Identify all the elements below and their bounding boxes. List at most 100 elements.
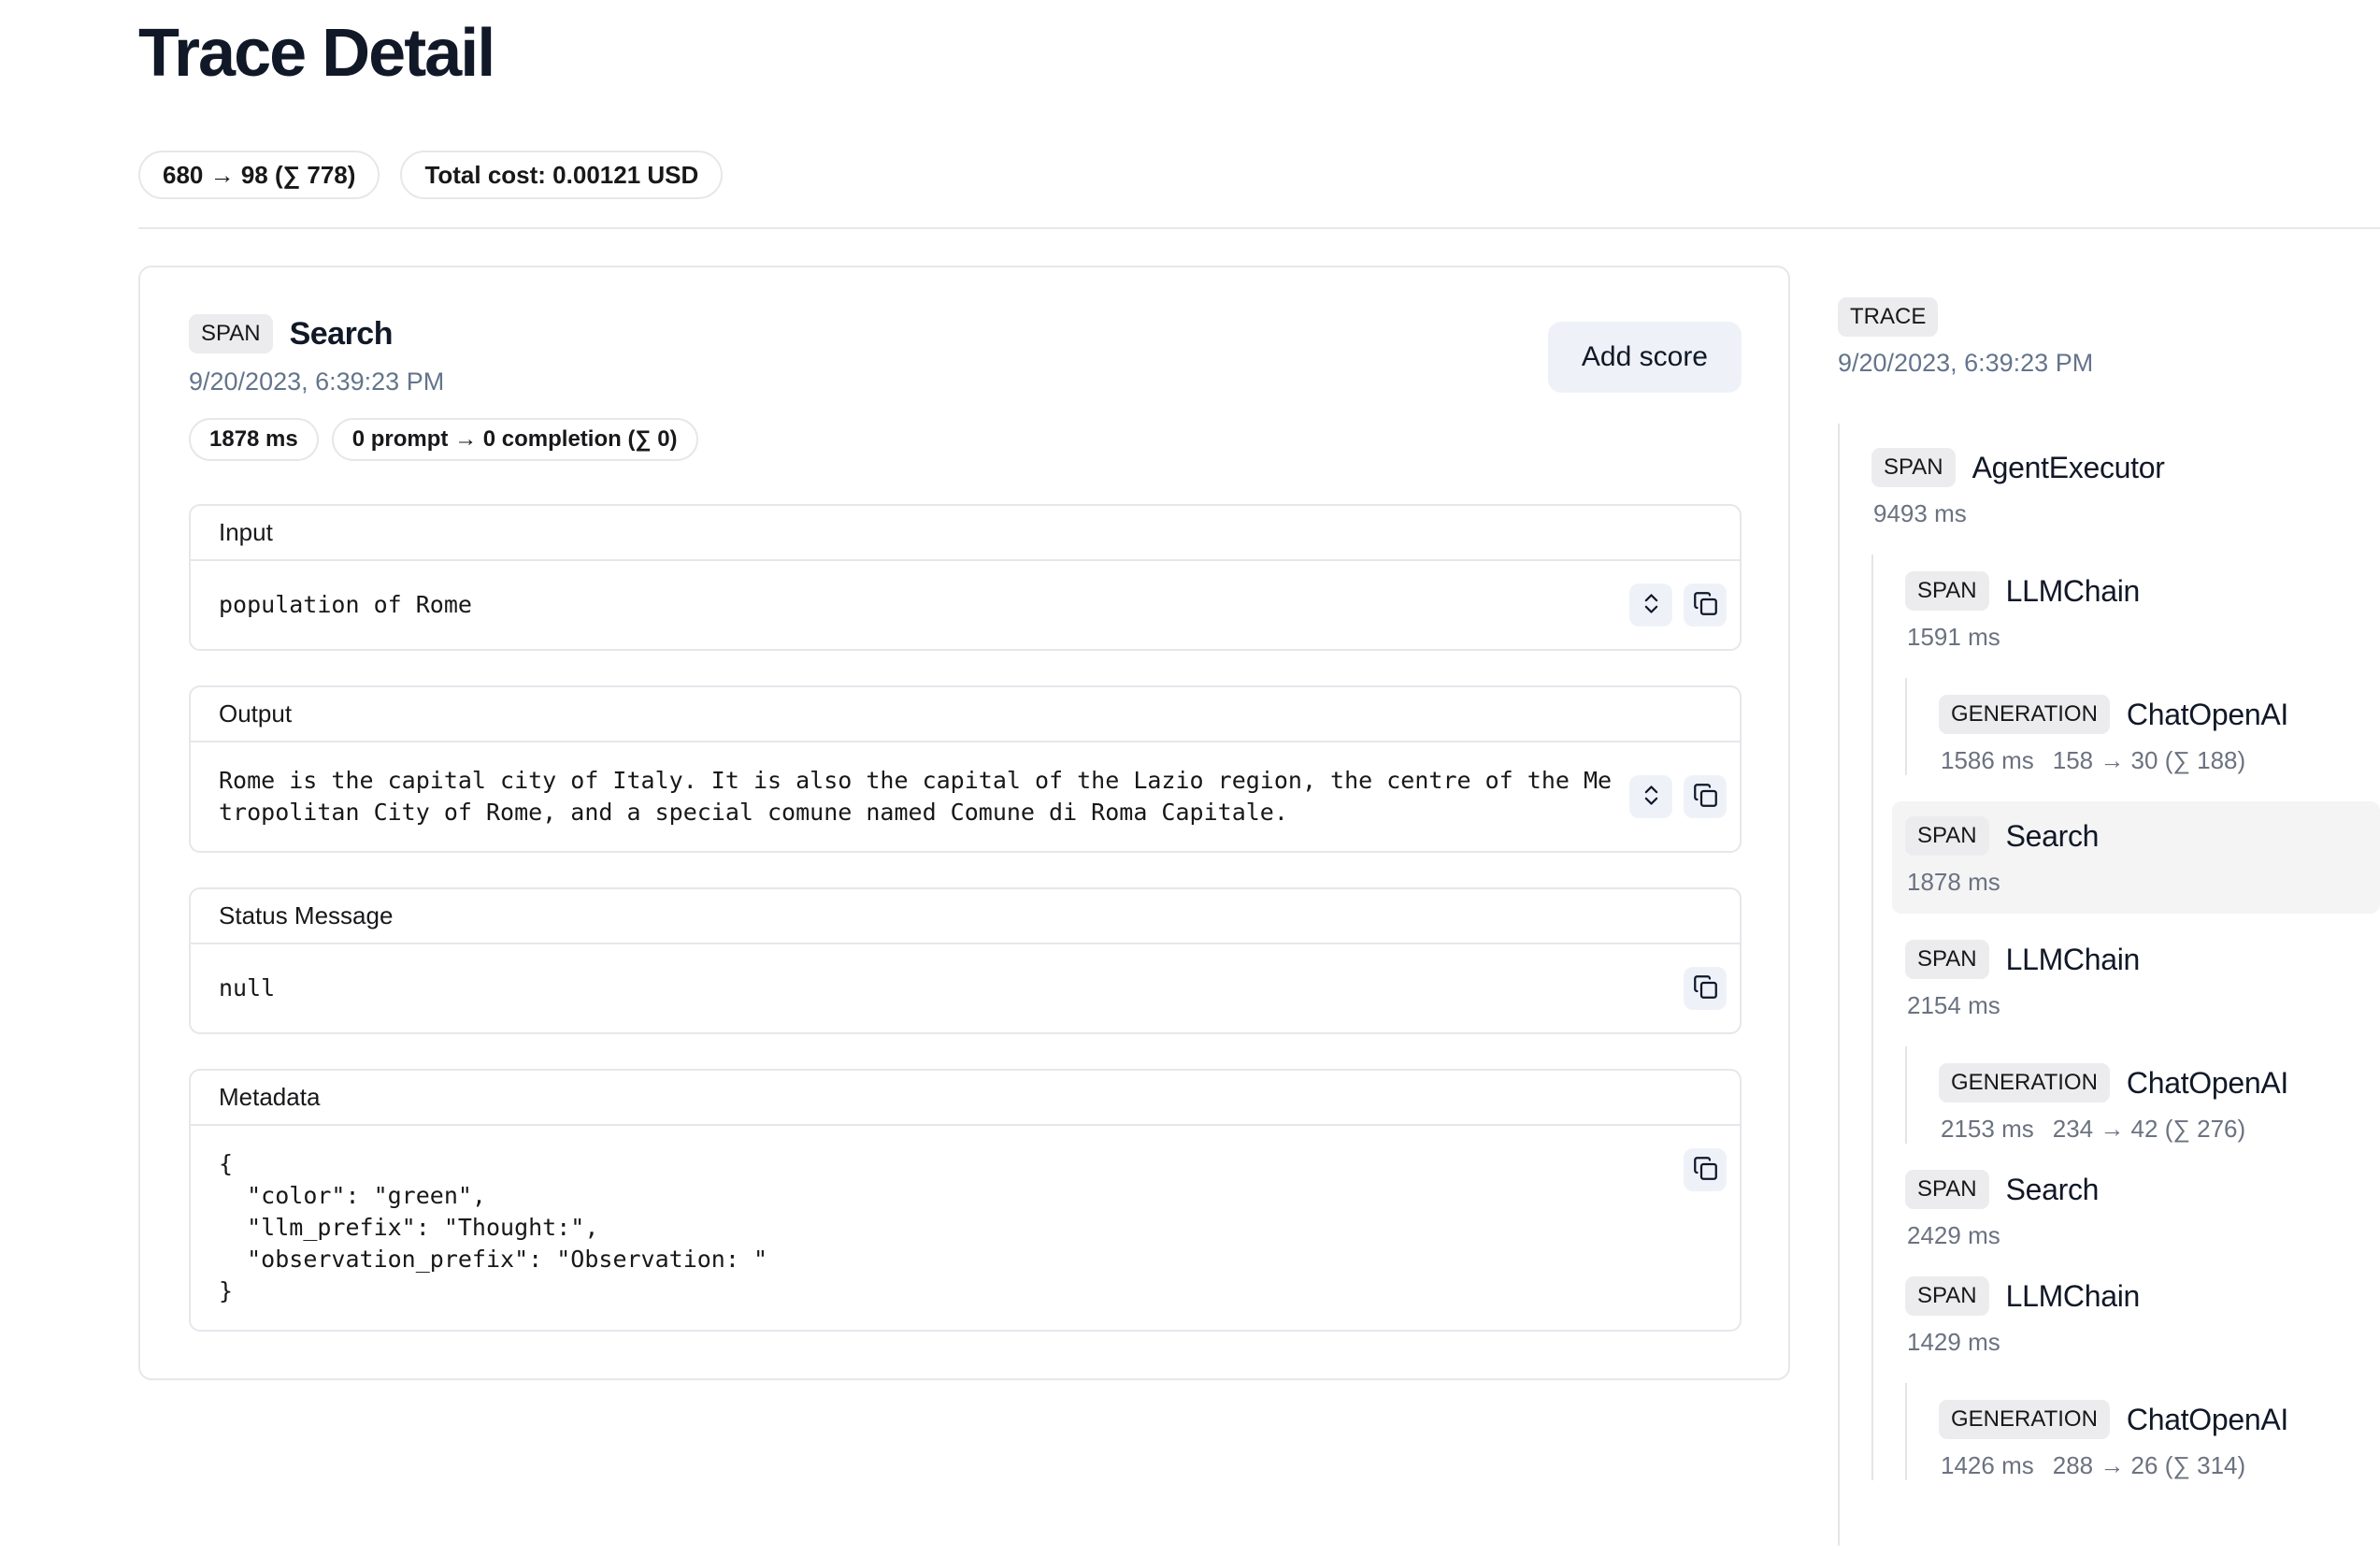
observation-title-row: SPAN Search bbox=[189, 314, 698, 353]
tree-node-chatopenai[interactable]: GENERATIONChatOpenAI 1586 ms 158 → 30 (∑ 1… bbox=[1939, 695, 2380, 775]
node-token-usage: 158 → 30 (∑ 188) bbox=[2053, 745, 2245, 775]
tree-node-agentexecutor[interactable]: SPAN AgentExecutor9493 ms bbox=[1871, 448, 2380, 528]
node-duration: 1586 ms bbox=[1941, 745, 2034, 775]
status-message-actions bbox=[1684, 967, 1727, 1010]
status-message-section-title: Status Message bbox=[191, 889, 1740, 944]
metadata-section-content: { "color": "green", "llm_prefix": "Thoug… bbox=[191, 1126, 1740, 1330]
chevrons-up-down-icon bbox=[1639, 783, 1664, 811]
node-head: SPAN LLMChain bbox=[1905, 571, 2380, 611]
input-value: population of Rome bbox=[219, 589, 1618, 621]
tree-children: GENERATION ChatOpenAI 1426 ms 288 → 26 (∑ 3… bbox=[1905, 1383, 2380, 1480]
node-duration: 2153 ms bbox=[1941, 1114, 2034, 1144]
status-message-copy-button[interactable] bbox=[1684, 967, 1727, 1010]
metadata-section-title: Metadata bbox=[191, 1071, 1740, 1126]
observation-timestamp: 9/20/2023, 6:39:23 PM bbox=[189, 367, 698, 397]
span-type-badge: SPAN bbox=[1905, 571, 1989, 611]
output-section-title: Output bbox=[191, 687, 1740, 742]
tree-children: SPANLLMChain1591 msGENERATIONChatOpenAI1… bbox=[1871, 555, 2380, 1480]
node-meta: 1429 ms bbox=[1905, 1327, 2380, 1357]
copy-icon bbox=[1693, 591, 1718, 619]
tree-node-chatopenai[interactable]: GENERATION ChatOpenAI 1426 ms 288 → 26 (∑ 3… bbox=[1939, 1400, 2380, 1480]
node-token-usage: 288 → 26 (∑ 314) bbox=[2053, 1450, 2245, 1480]
node-title: AgentExecutor bbox=[1972, 451, 2165, 485]
metadata-value: { "color": "green", "llm_prefix": "Thoug… bbox=[219, 1148, 1672, 1307]
observation-badges: 1878 ms 0 prompt → 0 completion (∑ 0) bbox=[189, 418, 698, 461]
latency-badge: 1878 ms bbox=[189, 418, 319, 461]
node-title: ChatOpenAI bbox=[2127, 1403, 2288, 1437]
trace-root-node[interactable]: TRACE bbox=[1838, 297, 2380, 337]
status-message-section-content: null bbox=[191, 944, 1740, 1032]
observation-token-usage-badge: 0 prompt → 0 completion (∑ 0) bbox=[332, 418, 698, 461]
node-head: SPAN Search bbox=[1905, 1170, 2380, 1209]
tree-children: GENERATIONChatOpenAI 1586 ms 158 → 30 (∑ 1… bbox=[1905, 678, 2380, 775]
tree-node-search[interactable]: SPANSearch 1878 ms bbox=[1892, 801, 2380, 914]
node-duration: 1429 ms bbox=[1907, 1327, 2000, 1357]
node-title: LLMChain bbox=[2006, 1279, 2140, 1314]
node-meta: 2429 ms bbox=[1905, 1220, 2380, 1250]
node-meta: 2153 ms 234 → 42 (∑ 276) bbox=[1939, 1114, 2380, 1144]
output-section: Output Rome is the capital city of Italy… bbox=[189, 685, 1742, 853]
node-title: LLMChain bbox=[2006, 943, 2140, 977]
node-head: GENERATIONChatOpenAI bbox=[1939, 695, 2380, 734]
total-cost-badge: Total cost: 0.00121 USD bbox=[400, 151, 723, 199]
output-expand-button[interactable] bbox=[1629, 775, 1672, 818]
observation-header-left: SPAN Search 9/20/2023, 6:39:23 PM 1878 m… bbox=[189, 314, 698, 461]
token-usage-badge: 680 → 98 (∑ 778) bbox=[138, 151, 380, 199]
tree-node-chatopenai[interactable]: GENERATIONChatOpenAI 2153 ms 234 → 42 (∑ 2… bbox=[1939, 1063, 2380, 1144]
node-meta: 1878 ms bbox=[1905, 867, 2380, 897]
node-duration: 2429 ms bbox=[1907, 1220, 2000, 1250]
node-meta: 2154 ms bbox=[1905, 990, 2380, 1020]
span-type-badge: SPAN bbox=[1905, 1170, 1989, 1209]
copy-icon bbox=[1693, 1156, 1718, 1184]
status-message-value: null bbox=[219, 972, 1672, 1004]
node-meta: 1586 ms 158 → 30 (∑ 188) bbox=[1939, 745, 2380, 775]
node-head: SPAN LLMChain bbox=[1905, 1276, 2380, 1316]
metadata-copy-button[interactable] bbox=[1684, 1148, 1727, 1191]
input-copy-button[interactable] bbox=[1684, 584, 1727, 627]
input-section-content: population of Rome bbox=[191, 561, 1740, 649]
chevrons-up-down-icon bbox=[1639, 591, 1664, 619]
node-duration: 1591 ms bbox=[1907, 622, 2000, 652]
tree-node-llmchain[interactable]: SPAN LLMChain2154 ms bbox=[1905, 940, 2380, 1020]
output-section-content: Rome is the capital city of Italy. It is… bbox=[191, 742, 1740, 851]
tree-node-llmchain[interactable]: SPAN LLMChain1591 ms bbox=[1905, 571, 2380, 652]
span-type-badge: SPAN bbox=[1905, 1276, 1989, 1316]
add-score-button[interactable]: Add score bbox=[1548, 322, 1742, 393]
node-head: GENERATIONChatOpenAI bbox=[1939, 1063, 2380, 1102]
node-duration: 1426 ms bbox=[1941, 1450, 2034, 1480]
span-type-badge: SPAN bbox=[1871, 448, 1956, 487]
metadata-section: Metadata { "color": "green", "llm_prefix… bbox=[189, 1069, 1742, 1332]
observation-card: SPAN Search 9/20/2023, 6:39:23 PM 1878 m… bbox=[138, 266, 1790, 1380]
node-head: SPAN LLMChain bbox=[1905, 940, 2380, 979]
tree-node-search[interactable]: SPAN Search2429 ms bbox=[1905, 1170, 2380, 1250]
output-actions bbox=[1629, 775, 1727, 818]
tree-node-llmchain[interactable]: SPAN LLMChain1429 ms bbox=[1905, 1276, 2380, 1357]
generation-type-badge: GENERATION bbox=[1939, 1400, 2110, 1439]
page-title: Trace Detail bbox=[138, 17, 2380, 91]
node-duration: 2154 ms bbox=[1907, 990, 2000, 1020]
observation-title: Search bbox=[290, 316, 393, 353]
node-duration: 9493 ms bbox=[1873, 498, 1967, 528]
trace-timestamp: 9/20/2023, 6:39:23 PM bbox=[1838, 348, 2380, 379]
divider bbox=[138, 227, 2380, 229]
node-meta: 1426 ms 288 → 26 (∑ 314) bbox=[1939, 1450, 2380, 1480]
input-expand-button[interactable] bbox=[1629, 584, 1672, 627]
node-head: SPANSearch bbox=[1905, 816, 2380, 856]
node-title: Search bbox=[2006, 819, 2100, 854]
node-token-usage: 234 → 42 (∑ 276) bbox=[2053, 1114, 2245, 1144]
tree-children: GENERATIONChatOpenAI 2153 ms 234 → 42 (∑ 2… bbox=[1905, 1046, 2380, 1144]
span-type-badge: SPAN bbox=[1905, 940, 1989, 979]
node-title: Search bbox=[2006, 1173, 2100, 1207]
trace-type-badge: TRACE bbox=[1838, 297, 1938, 337]
node-title: LLMChain bbox=[2006, 574, 2140, 609]
observation-card-header: SPAN Search 9/20/2023, 6:39:23 PM 1878 m… bbox=[189, 314, 1742, 461]
node-head: SPAN AgentExecutor bbox=[1871, 448, 2380, 487]
tree-children: SPANAgentExecutor9493 msSPANLLMChain1591… bbox=[1838, 424, 2380, 1546]
output-value: Rome is the capital city of Italy. It is… bbox=[219, 765, 1618, 828]
node-duration: 1878 ms bbox=[1907, 867, 2000, 897]
output-copy-button[interactable] bbox=[1684, 775, 1727, 818]
trace-detail-page: Trace Detail 680 → 98 (∑ 778) Total cost… bbox=[0, 0, 2380, 1556]
node-title: ChatOpenAI bbox=[2127, 1066, 2288, 1101]
observation-type-badge: SPAN bbox=[189, 314, 273, 353]
copy-icon bbox=[1693, 974, 1718, 1002]
